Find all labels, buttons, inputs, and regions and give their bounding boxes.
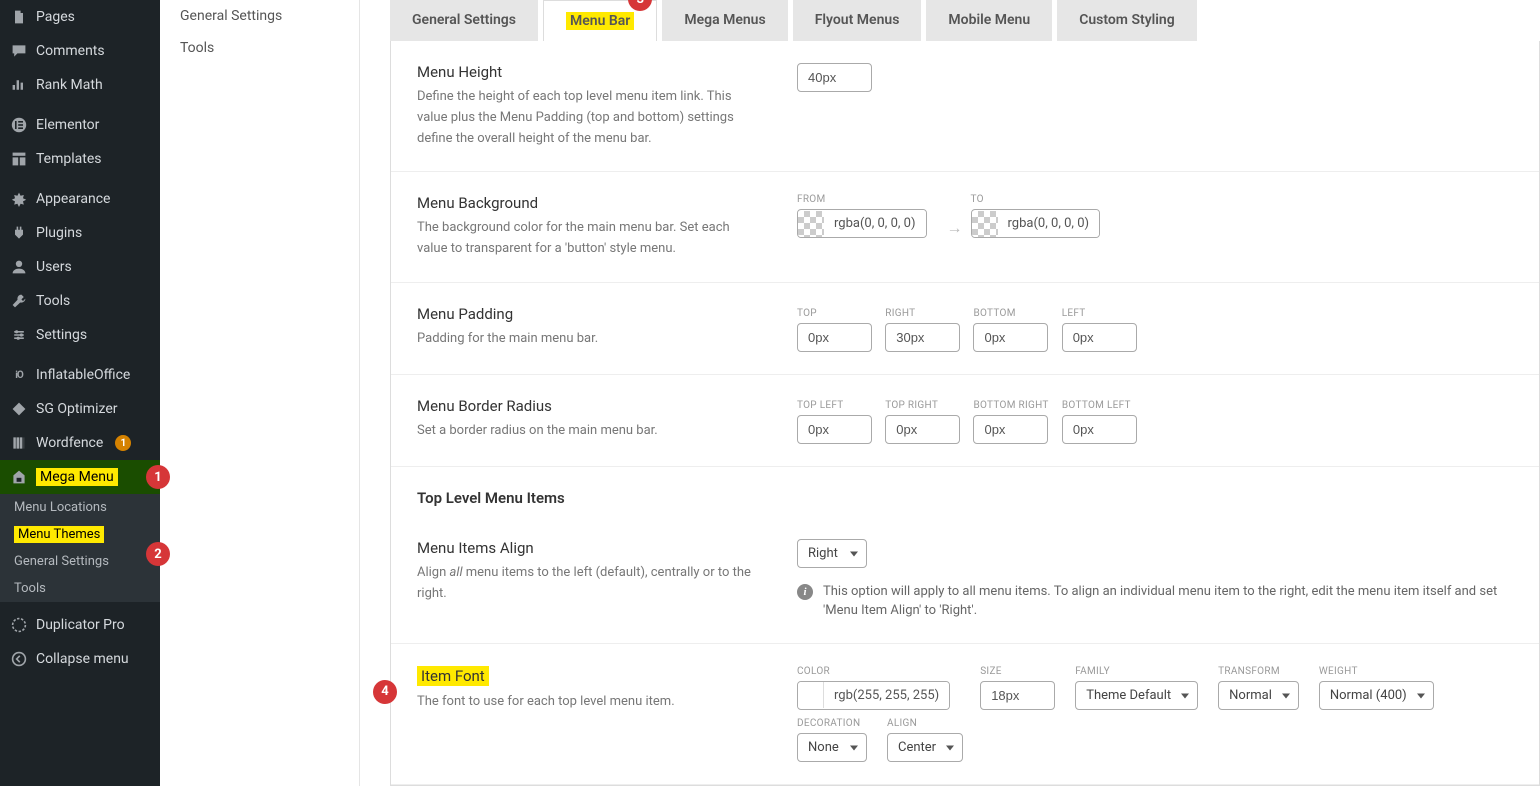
- radius-tr-input[interactable]: [885, 415, 960, 444]
- sidebar-item-wordfence[interactable]: Wordfence1: [0, 426, 160, 460]
- tab-general-settings[interactable]: General Settings: [390, 0, 538, 41]
- annotation-badge: 4: [373, 680, 397, 704]
- sidebar-item-tools[interactable]: Tools: [0, 284, 160, 318]
- section-header-top-level: Top Level Menu Items: [391, 467, 1539, 517]
- checker-swatch-icon: [972, 211, 998, 237]
- setting-desc: Align all menu items to the left (defaul…: [417, 563, 757, 605]
- settings-tabs: General SettingsMenu Bar3Mega MenusFlyou…: [390, 0, 1540, 41]
- to-label: TO: [971, 194, 1111, 205]
- templates-icon: [10, 150, 28, 168]
- from-label: FROM: [797, 194, 937, 205]
- radius-br-input[interactable]: [973, 415, 1048, 444]
- settings-panel: Menu Height Define the height of each to…: [390, 41, 1540, 786]
- tab-flyout-menus[interactable]: Flyout Menus: [793, 0, 922, 41]
- submenu-item-menu-locations[interactable]: Menu Locations: [0, 494, 160, 521]
- annotation-badge: 1: [146, 465, 170, 489]
- padding-left-input[interactable]: [1062, 323, 1137, 352]
- rankmath-icon: [10, 76, 28, 94]
- sg-icon: [10, 400, 28, 418]
- setting-menu-border-radius: Menu Border Radius Set a border radius o…: [391, 375, 1539, 467]
- secondary-nav-item-general-settings[interactable]: General Settings: [160, 0, 359, 32]
- to-color-picker[interactable]: rgba(0, 0, 0, 0): [971, 209, 1101, 238]
- font-decoration-select[interactable]: None: [797, 733, 867, 762]
- radius-bl-input[interactable]: [1062, 415, 1137, 444]
- sidebar-item-comments[interactable]: Comments: [0, 34, 160, 68]
- setting-menu-background: Menu Background The background color for…: [391, 172, 1539, 283]
- sidebar-item-duplicator-pro[interactable]: Duplicator Pro: [0, 608, 160, 642]
- sidebar-item-rank-math[interactable]: Rank Math: [0, 68, 160, 102]
- sidebar-item-sg-optimizer[interactable]: SG Optimizer: [0, 392, 160, 426]
- setting-title: Menu Border Radius: [417, 397, 757, 415]
- font-weight-select[interactable]: Normal (400): [1319, 681, 1434, 710]
- info-text: This option will apply to all menu items…: [823, 582, 1513, 621]
- setting-menu-height: Menu Height Define the height of each to…: [391, 41, 1539, 172]
- setting-desc: The font to use for each top level menu …: [417, 692, 757, 713]
- annotation-badge: 3: [628, 0, 652, 11]
- arrow-right-icon: →: [947, 218, 963, 238]
- submenu-item-general-settings[interactable]: General Settings: [0, 548, 160, 575]
- sidebar-item-users[interactable]: Users: [0, 250, 160, 284]
- checker-swatch-icon: [798, 211, 824, 237]
- tab-custom-styling[interactable]: Custom Styling: [1057, 0, 1197, 41]
- setting-title: Menu Padding: [417, 305, 757, 323]
- settings-icon: [10, 326, 28, 344]
- setting-desc: The background color for the main menu b…: [417, 218, 757, 260]
- menu-items-align-select[interactable]: Right: [797, 539, 867, 568]
- sidebar-item-mega-menu[interactable]: Mega Menu1: [0, 460, 160, 494]
- setting-menu-padding: Menu Padding Padding for the main menu b…: [391, 283, 1539, 375]
- sidebar-item-plugins[interactable]: Plugins: [0, 216, 160, 250]
- sidebar-item-settings[interactable]: Settings: [0, 318, 160, 352]
- tab-mobile-menu[interactable]: Mobile Menu: [926, 0, 1052, 41]
- padding-right-input[interactable]: [885, 323, 960, 352]
- font-transform-select[interactable]: Normal: [1218, 681, 1299, 710]
- pages-icon: [10, 8, 28, 26]
- sidebar-item-elementor[interactable]: Elementor: [0, 108, 160, 142]
- sidebar-item-inflatableoffice[interactable]: iOInflatableOffice: [0, 358, 160, 392]
- setting-title: Menu Height: [417, 63, 757, 81]
- users-icon: [10, 258, 28, 276]
- setting-item-font: Item Font The font to use for each top l…: [391, 644, 1539, 785]
- wp-admin-sidebar: PagesCommentsRank Math ElementorTemplates…: [0, 0, 160, 786]
- info-icon: i: [797, 584, 813, 600]
- collapse-icon: [10, 650, 28, 668]
- sidebar-item-pages[interactable]: Pages: [0, 0, 160, 34]
- tab-mega-menus[interactable]: Mega Menus: [662, 0, 787, 41]
- setting-desc: Define the height of each top level menu…: [417, 87, 757, 149]
- setting-title: Item Font: [417, 666, 757, 686]
- font-family-select[interactable]: Theme Default: [1075, 681, 1198, 710]
- submenu-item-menu-themes[interactable]: Menu Themes2: [0, 521, 160, 548]
- sidebar-item-appearance[interactable]: Appearance: [0, 182, 160, 216]
- elementor-icon: [10, 116, 28, 134]
- color-swatch-icon: [798, 682, 824, 708]
- comments-icon: [10, 42, 28, 60]
- plugin-secondary-nav: General SettingsTools: [160, 0, 360, 786]
- padding-bottom-input[interactable]: [973, 323, 1048, 352]
- radius-tl-input[interactable]: [797, 415, 872, 444]
- padding-top-input[interactable]: [797, 323, 872, 352]
- plugins-icon: [10, 224, 28, 242]
- font-size-input[interactable]: [980, 681, 1055, 710]
- inflatable-icon: iO: [10, 366, 28, 384]
- duplicator-icon: [10, 616, 28, 634]
- sidebar-item-templates[interactable]: Templates: [0, 142, 160, 176]
- main-content: General SettingsMenu Bar3Mega MenusFlyou…: [360, 0, 1540, 786]
- setting-title: Menu Items Align: [417, 539, 757, 557]
- font-align-select[interactable]: Center: [887, 733, 963, 762]
- setting-desc: Set a border radius on the main menu bar…: [417, 421, 757, 442]
- notification-badge: 1: [115, 435, 131, 451]
- menu-height-input[interactable]: [797, 63, 872, 92]
- setting-menu-items-align: Menu Items Align Align all menu items to…: [391, 517, 1539, 644]
- wordfence-icon: [10, 434, 28, 452]
- secondary-nav-item-tools[interactable]: Tools: [160, 32, 359, 64]
- setting-title: Menu Background: [417, 194, 757, 212]
- font-color-picker[interactable]: rgb(255, 255, 255): [797, 681, 950, 710]
- from-color-picker[interactable]: rgba(0, 0, 0, 0): [797, 209, 927, 238]
- setting-desc: Padding for the main menu bar.: [417, 329, 757, 350]
- sidebar-item-collapse-menu[interactable]: Collapse menu: [0, 642, 160, 676]
- tab-menu-bar[interactable]: Menu Bar3: [543, 0, 657, 41]
- tools-icon: [10, 292, 28, 310]
- megamenu-icon: [10, 468, 28, 486]
- submenu-item-tools[interactable]: Tools: [0, 575, 160, 602]
- appearance-icon: [10, 190, 28, 208]
